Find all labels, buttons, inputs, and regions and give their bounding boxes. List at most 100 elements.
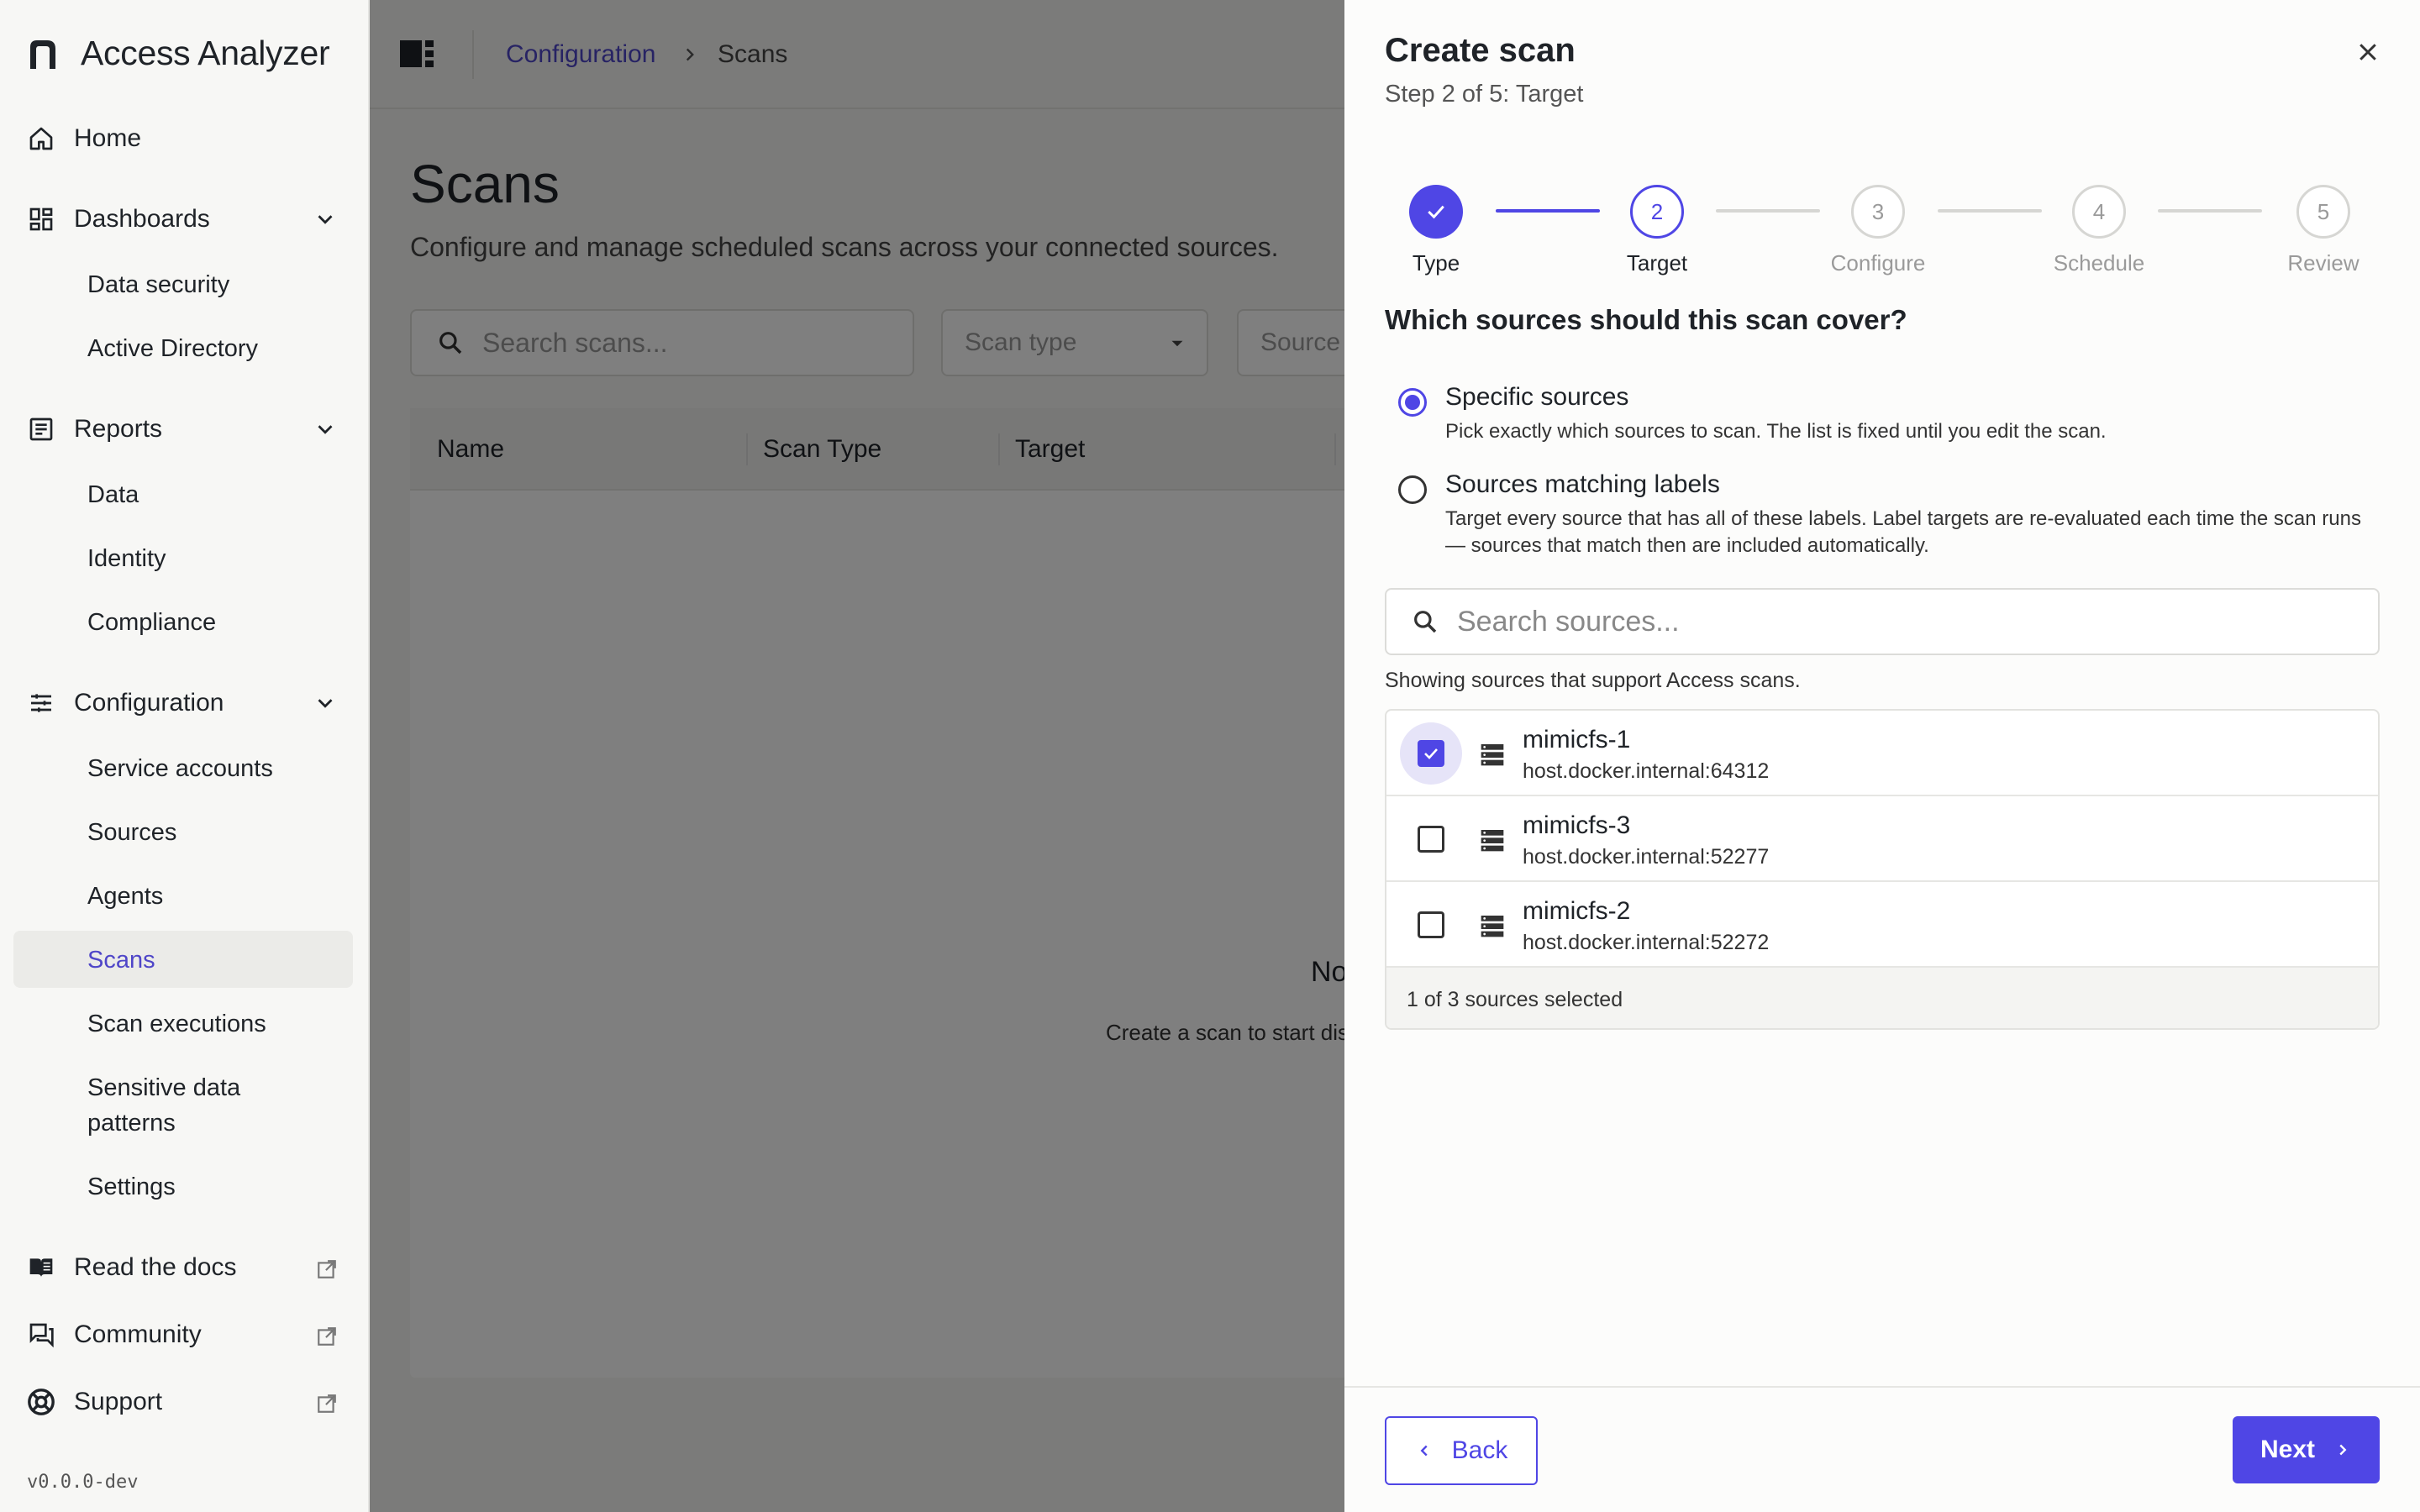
next-button-label: Next bbox=[2260, 1436, 2316, 1463]
option-specific-sources[interactable]: Specific sources Pick exactly which sour… bbox=[1398, 383, 2378, 445]
option-description: Target every source that has all of thes… bbox=[1445, 507, 2361, 557]
source-host: host.docker.internal:52272 bbox=[1523, 931, 1770, 954]
checkbox-ripple bbox=[1400, 894, 1462, 956]
source-row[interactable]: mimicfs-1 host.docker.internal:64312 bbox=[1386, 711, 2378, 796]
server-icon bbox=[1481, 744, 1504, 766]
nav-dashboards[interactable]: Dashboards bbox=[27, 198, 333, 240]
chevron-down-icon[interactable] bbox=[313, 207, 338, 232]
source-checkbox[interactable] bbox=[1418, 911, 1444, 938]
radio-specific-sources[interactable] bbox=[1398, 388, 1427, 417]
nav-support[interactable]: Support bbox=[27, 1381, 162, 1423]
step-circle-done bbox=[1409, 185, 1463, 239]
nav-read-docs-label: Read the docs bbox=[74, 1253, 237, 1281]
step-target: 2 Target bbox=[1607, 185, 1707, 276]
step-label: Target bbox=[1626, 250, 1688, 276]
chat-icon bbox=[27, 1320, 55, 1349]
sidebar: Access Analyzer Home Dashboards Data sec… bbox=[0, 0, 370, 1512]
nav-reports-label: Reports bbox=[74, 415, 163, 443]
option-title: Sources matching labels bbox=[1445, 470, 1720, 498]
dashboard-icon bbox=[27, 205, 55, 234]
option-title: Specific sources bbox=[1445, 383, 1629, 411]
option-description: Pick exactly which sources to scan. The … bbox=[1445, 420, 2107, 443]
source-host: host.docker.internal:52277 bbox=[1523, 845, 1770, 869]
chevron-down-icon[interactable] bbox=[313, 690, 338, 716]
nav-active-directory[interactable]: Active Directory bbox=[87, 331, 258, 366]
app-title: Access Analyzer bbox=[81, 34, 330, 72]
source-checkbox[interactable] bbox=[1418, 826, 1444, 853]
nav-scan-executions[interactable]: Scan executions bbox=[87, 1006, 266, 1042]
selection-summary: 1 of 3 sources selected bbox=[1386, 968, 2378, 1028]
step-label: Type bbox=[1412, 250, 1460, 276]
close-button[interactable] bbox=[2351, 35, 2385, 69]
back-button-label: Back bbox=[1451, 1436, 1508, 1464]
step-review: 5 Review bbox=[2273, 185, 2374, 276]
nav-sources[interactable]: Sources bbox=[87, 815, 176, 850]
close-icon bbox=[2360, 44, 2376, 60]
nav-community-label: Community bbox=[74, 1320, 202, 1348]
nav-scans[interactable]: Scans bbox=[87, 942, 155, 978]
home-icon bbox=[27, 124, 55, 153]
sliders-icon bbox=[27, 689, 55, 717]
step-label: Review bbox=[2287, 250, 2360, 276]
external-link-icon bbox=[318, 1260, 336, 1278]
step-label: Configure bbox=[1830, 250, 1926, 276]
nav-reports[interactable]: Reports bbox=[27, 408, 333, 450]
book-icon bbox=[27, 1253, 55, 1282]
chevron-down-icon[interactable] bbox=[313, 417, 338, 442]
external-link-icon bbox=[318, 1394, 336, 1413]
step-type: Type bbox=[1386, 185, 1486, 276]
source-name: mimicfs-1 bbox=[1523, 726, 1631, 753]
nav-settings[interactable]: Settings bbox=[87, 1169, 176, 1205]
source-helper-text: Showing sources that support Access scan… bbox=[1385, 669, 1801, 692]
step-connector bbox=[2158, 209, 2262, 213]
source-host: host.docker.internal:64312 bbox=[1523, 759, 1770, 783]
lifebuoy-icon bbox=[27, 1388, 55, 1416]
source-checkbox[interactable] bbox=[1418, 740, 1444, 767]
server-icon bbox=[1481, 916, 1504, 937]
next-button[interactable]: Next bbox=[2233, 1416, 2380, 1483]
create-scan-drawer: Create scan Step 2 of 5: Target Type 2 T… bbox=[1344, 0, 2420, 1512]
source-search-input[interactable]: Search sources... bbox=[1385, 588, 2380, 655]
check-icon bbox=[1428, 205, 1444, 219]
nav-active-highlight bbox=[13, 931, 353, 988]
logo-mark-icon bbox=[30, 39, 55, 69]
radio-matching-labels[interactable] bbox=[1398, 475, 1427, 504]
nav-home[interactable]: Home bbox=[27, 118, 141, 160]
back-button[interactable]: Back bbox=[1385, 1416, 1538, 1485]
source-list: mimicfs-1 host.docker.internal:64312 mim… bbox=[1385, 709, 2380, 1030]
checkbox-ripple bbox=[1400, 808, 1462, 870]
nav-identity[interactable]: Identity bbox=[87, 541, 166, 576]
drawer-subtitle: Step 2 of 5: Target bbox=[1385, 81, 1584, 108]
nav-read-docs[interactable]: Read the docs bbox=[27, 1247, 236, 1289]
nav-community[interactable]: Community bbox=[27, 1314, 202, 1356]
source-search-placeholder: Search sources... bbox=[1457, 605, 1680, 638]
nav-service-accounts[interactable]: Service accounts bbox=[87, 751, 273, 786]
step-configure: 3 Configure bbox=[1828, 185, 1928, 276]
step-schedule: 4 Schedule bbox=[2049, 185, 2149, 276]
chevron-right-icon bbox=[2339, 1444, 2347, 1456]
app-version: v0.0.0-dev bbox=[27, 1472, 139, 1493]
nav-configuration-label: Configuration bbox=[74, 689, 224, 717]
step-label: Schedule bbox=[2053, 250, 2145, 276]
drawer-title: Create scan bbox=[1385, 32, 1576, 69]
step-circle-todo: 4 bbox=[2072, 185, 2126, 239]
step-connector bbox=[1716, 209, 1820, 213]
option-matching-labels[interactable]: Sources matching labels Target every sou… bbox=[1398, 470, 2378, 559]
source-name: mimicfs-3 bbox=[1523, 811, 1631, 839]
checkbox-ripple bbox=[1400, 722, 1462, 785]
app-logo[interactable]: Access Analyzer bbox=[27, 34, 330, 73]
step-circle-todo: 5 bbox=[2296, 185, 2350, 239]
nav-configuration[interactable]: Configuration bbox=[27, 682, 333, 724]
step-connector bbox=[1496, 209, 1600, 213]
nav-data[interactable]: Data bbox=[87, 477, 139, 512]
nav-agents[interactable]: Agents bbox=[87, 879, 163, 914]
source-row[interactable]: mimicfs-3 host.docker.internal:52277 bbox=[1386, 796, 2378, 882]
drawer-footer: Back Next bbox=[1344, 1386, 2420, 1512]
report-icon bbox=[27, 415, 55, 444]
nav-support-label: Support bbox=[74, 1388, 163, 1415]
source-row[interactable]: mimicfs-2 host.docker.internal:52272 bbox=[1386, 882, 2378, 968]
search-icon bbox=[1414, 611, 1437, 633]
nav-data-security[interactable]: Data security bbox=[87, 267, 229, 302]
nav-compliance[interactable]: Compliance bbox=[87, 605, 216, 640]
nav-sensitive-data-patterns[interactable]: Sensitive data patterns bbox=[87, 1070, 289, 1141]
